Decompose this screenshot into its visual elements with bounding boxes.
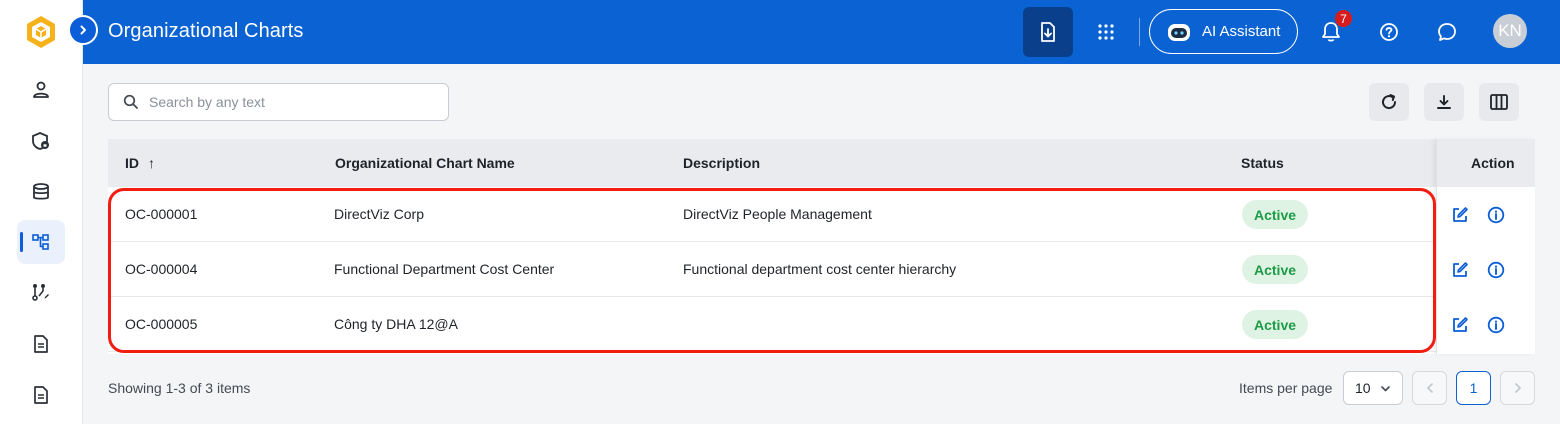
sidebar-item-reports[interactable] [17, 373, 65, 417]
status-badge: Active [1242, 310, 1309, 339]
cell-description: DirectViz People Management [683, 206, 872, 222]
column-header-status[interactable]: Status [1241, 155, 1284, 171]
chevron-down-icon [1380, 385, 1390, 391]
sidebar-item-org-charts[interactable] [17, 220, 65, 264]
table-row[interactable]: OC-000004 Functional Department Cost Cen… [108, 242, 1535, 297]
ai-assistant-button[interactable]: AI Assistant [1149, 9, 1298, 54]
sidebar-item-security[interactable] [17, 119, 65, 163]
info-icon [1487, 316, 1505, 334]
app-logo-icon[interactable] [25, 15, 57, 49]
info-icon [1487, 261, 1505, 279]
workflow-icon [32, 284, 49, 301]
column-header-name[interactable]: Organizational Chart Name [335, 155, 515, 171]
cell-id: OC-000001 [125, 206, 198, 222]
column-header-action: Action [1471, 155, 1515, 171]
sidebar-item-database[interactable] [17, 170, 65, 214]
search-box[interactable] [108, 83, 449, 121]
help-button[interactable] [1371, 7, 1407, 57]
info-button[interactable] [1486, 205, 1506, 225]
export-button[interactable] [1424, 83, 1464, 121]
search-input[interactable] [149, 94, 429, 110]
columns-icon [1490, 94, 1508, 110]
info-button[interactable] [1486, 315, 1506, 335]
edit-icon [1453, 262, 1468, 277]
apps-grid-button[interactable] [1086, 7, 1126, 57]
help-circle-icon [1380, 23, 1398, 41]
ai-assistant-label: AI Assistant [1202, 23, 1281, 40]
sidebar-expand-button[interactable] [68, 15, 98, 45]
edit-icon [1453, 317, 1468, 332]
status-badge: Active [1242, 255, 1309, 284]
cell-name: Functional Department Cost Center [334, 261, 555, 277]
search-icon [123, 94, 138, 109]
edit-button[interactable] [1450, 205, 1470, 225]
top-header: Organizational Charts AI Assistant 7 KN [83, 0, 1560, 64]
sidebar-item-documents[interactable] [17, 322, 65, 366]
column-header-id[interactable]: ID ↑ [125, 155, 155, 171]
table-row[interactable]: OC-000005 Công ty DHA 12@A Active [108, 297, 1535, 352]
org-charts-table: ID ↑ Organizational Chart Name Descripti… [108, 139, 1535, 354]
column-header-description[interactable]: Description [683, 155, 760, 171]
sort-ascending-icon: ↑ [148, 155, 155, 171]
table-row[interactable]: OC-000001 DirectViz Corp DirectViz Peopl… [108, 187, 1535, 242]
action-column: Action [1436, 139, 1535, 354]
cell-name: Công ty DHA 12@A [334, 316, 458, 332]
database-icon [33, 183, 49, 200]
items-per-page-value: 10 [1355, 380, 1371, 396]
columns-button[interactable] [1479, 83, 1519, 121]
cell-description: Functional department cost center hierar… [683, 261, 957, 277]
header-divider [1139, 18, 1140, 46]
user-icon [33, 81, 49, 98]
next-page-button[interactable] [1500, 371, 1535, 405]
download-icon [1437, 95, 1451, 109]
apps-grid-icon [1098, 24, 1114, 40]
items-per-page-select[interactable]: 10 [1343, 371, 1403, 405]
sidebar-item-workflow[interactable] [17, 270, 65, 314]
table-header: ID ↑ Organizational Chart Name Descripti… [108, 139, 1535, 187]
page-number-button[interactable]: 1 [1456, 371, 1491, 405]
info-button[interactable] [1486, 260, 1506, 280]
cell-id: OC-000005 [125, 316, 198, 332]
edit-button[interactable] [1450, 260, 1470, 280]
robot-icon [1168, 23, 1190, 41]
cell-name: DirectViz Corp [334, 206, 424, 222]
column-header-action-cell: Action [1437, 139, 1535, 187]
chevron-right-icon [1514, 383, 1521, 393]
column-header-id-label: ID [125, 155, 139, 171]
user-avatar[interactable]: KN [1493, 14, 1527, 48]
refresh-button[interactable] [1369, 83, 1409, 121]
sidebar-item-users[interactable] [17, 68, 65, 112]
chevron-right-icon [80, 25, 86, 35]
chat-bubble-icon [1438, 23, 1456, 41]
sidebar [0, 0, 83, 424]
previous-page-button[interactable] [1412, 371, 1447, 405]
document-icon [34, 335, 48, 353]
edit-icon [1453, 207, 1468, 222]
document-icon [34, 386, 48, 404]
refresh-icon [1382, 94, 1397, 110]
status-badge: Active [1242, 200, 1309, 229]
notification-badge: 7 [1334, 9, 1353, 28]
chat-button[interactable] [1429, 7, 1465, 57]
file-download-icon [1041, 22, 1055, 42]
edit-button[interactable] [1450, 315, 1470, 335]
pagination-summary: Showing 1-3 of 3 items [108, 380, 251, 396]
shield-lock-icon [32, 132, 49, 150]
info-icon [1487, 206, 1505, 224]
org-chart-icon [32, 234, 49, 250]
page-title: Organizational Charts [108, 20, 304, 42]
chevron-left-icon [1426, 383, 1433, 393]
cell-id: OC-000004 [125, 261, 198, 277]
items-per-page-label: Items per page [1239, 380, 1333, 396]
download-app-button[interactable] [1023, 7, 1073, 57]
